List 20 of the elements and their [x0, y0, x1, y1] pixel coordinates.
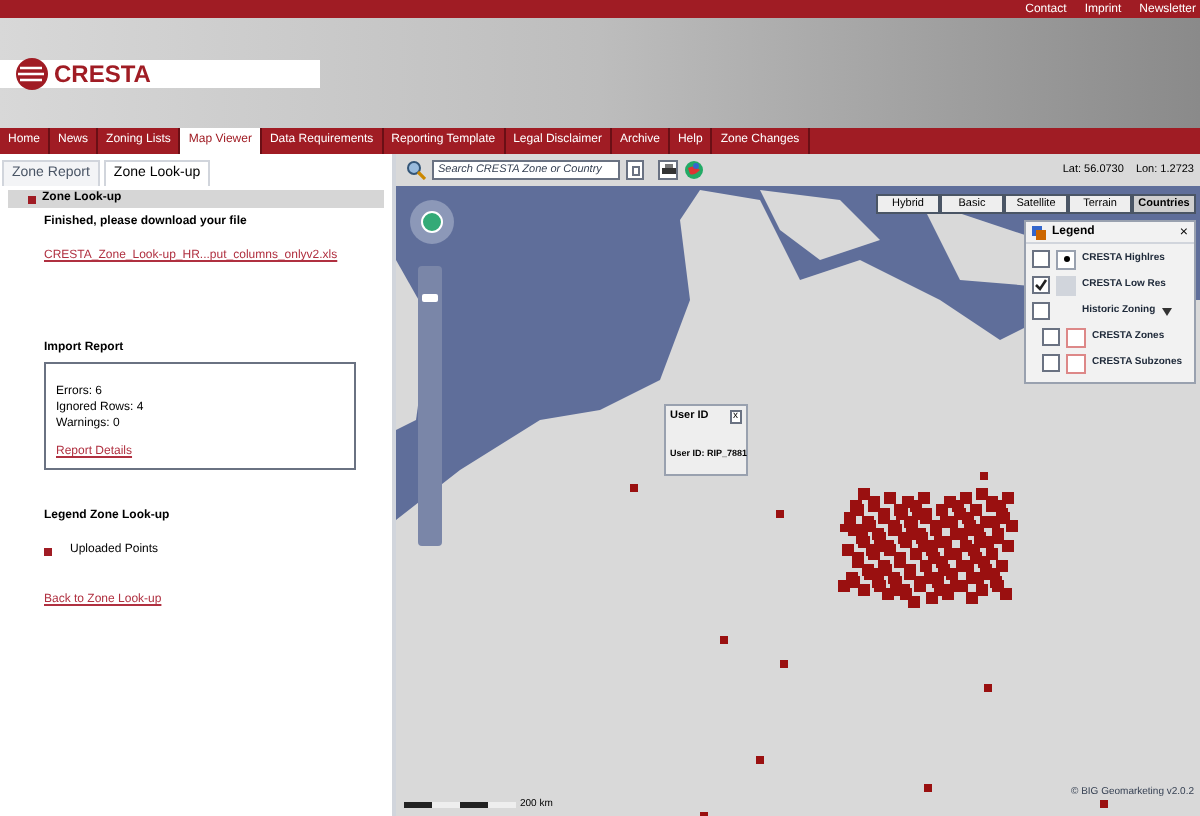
layers-icon: [1032, 225, 1046, 239]
checkbox[interactable]: [1032, 276, 1050, 294]
search-icon[interactable]: [406, 160, 426, 180]
outline-swatch-icon: [1066, 353, 1086, 373]
dot-swatch-icon: [1056, 249, 1076, 269]
square-icon: [28, 195, 36, 203]
scale-bar: [404, 801, 516, 808]
checkbox[interactable]: [1032, 302, 1050, 320]
zoom-slider-thumb[interactable]: [422, 293, 438, 302]
list-button[interactable]: [626, 160, 644, 180]
logo-text: CRESTA: [54, 61, 151, 85]
checkbox[interactable]: [1042, 328, 1060, 346]
outline-swatch-icon: [1066, 327, 1086, 347]
pan-control-icon[interactable]: [408, 198, 456, 246]
caret-icon[interactable]: [1161, 307, 1172, 315]
fill-swatch-icon: [1056, 275, 1076, 295]
globe-icon[interactable]: [684, 160, 704, 180]
print-button[interactable]: [658, 160, 678, 180]
checkbox[interactable]: [1032, 250, 1050, 268]
checkbox[interactable]: [1042, 354, 1060, 372]
